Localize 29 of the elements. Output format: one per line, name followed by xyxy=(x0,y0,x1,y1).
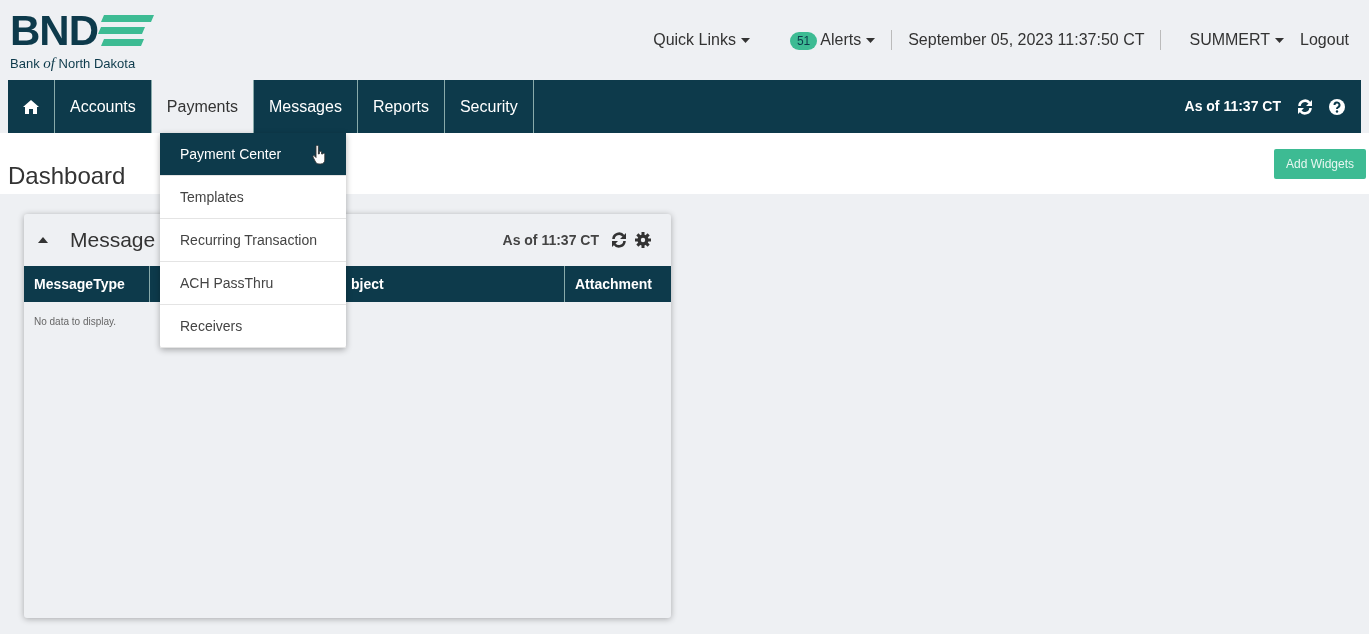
menu-item[interactable]: Payment Center xyxy=(160,133,346,176)
widget-as-of: As of 11:37 CT xyxy=(502,230,599,250)
help-icon[interactable] xyxy=(1329,98,1345,115)
alerts-label: Alerts xyxy=(820,31,862,48)
column-header: MessageType xyxy=(34,274,125,294)
alerts-dropdown[interactable]: 51 Alerts xyxy=(789,28,876,52)
widget-title: Message xyxy=(70,227,156,254)
dropdown-toggle[interactable]: Quick Links xyxy=(653,28,750,52)
count-badge: 51 xyxy=(789,32,818,50)
home-icon xyxy=(23,99,39,114)
logo-text: BND xyxy=(10,9,98,52)
refresh-icon[interactable] xyxy=(611,232,627,248)
empty-message: No data to display. xyxy=(34,316,117,327)
caret-icon xyxy=(740,38,750,44)
date-time: September 05, 2023 11:37:50 CT xyxy=(908,30,1145,50)
dropdown-toggle[interactable]: SUMMERT xyxy=(1189,28,1285,52)
as-of-time: As of 11:37 CT xyxy=(1184,97,1281,116)
stripes-icon xyxy=(98,14,154,47)
collapse-icon[interactable] xyxy=(38,237,48,243)
column-header: Attachment xyxy=(575,274,652,294)
caret-icon xyxy=(1275,38,1285,44)
logo-tagline: Bank of North Dakota xyxy=(10,55,137,71)
settings-icon[interactable] xyxy=(635,232,651,248)
hand-cursor-icon xyxy=(312,144,326,165)
logout-link[interactable]: Logout xyxy=(1300,28,1349,52)
caret-icon xyxy=(866,38,876,44)
nav-tab[interactable]: Payments xyxy=(151,80,254,133)
column-header: bject xyxy=(351,274,384,294)
page-title: Dashboard xyxy=(8,160,126,191)
